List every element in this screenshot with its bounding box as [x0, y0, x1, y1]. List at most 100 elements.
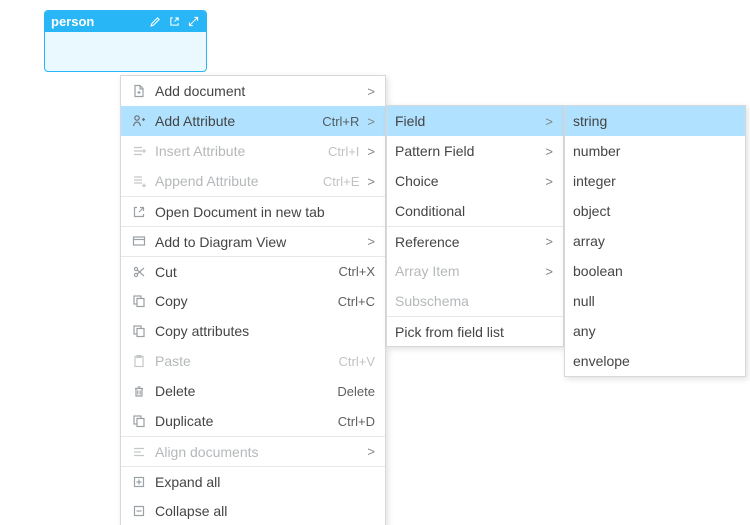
menu-item-delete[interactable]: Delete Delete: [121, 376, 385, 406]
copy-icon: [129, 321, 149, 341]
duplicate-icon: [129, 411, 149, 431]
menu-label: Reference: [395, 234, 537, 250]
submenu-indicator-icon: >: [545, 144, 553, 159]
menu-item-insert-attribute: Insert Attribute Ctrl+I >: [121, 136, 385, 166]
menu-label: Add to Diagram View: [155, 234, 359, 250]
menu-label: any: [573, 323, 735, 339]
menu-label: Choice: [395, 173, 537, 189]
submenu-indicator-icon: >: [545, 114, 553, 129]
menu-label: Collapse all: [155, 503, 375, 519]
menu-label: Add Attribute: [155, 113, 306, 129]
menu-label: array: [573, 233, 735, 249]
menu-shortcut: Ctrl+I: [328, 144, 359, 159]
menu-item-pattern-field[interactable]: Pattern Field >: [387, 136, 563, 166]
menu-label: envelope: [573, 353, 735, 369]
submenu-indicator-icon: >: [545, 174, 553, 189]
menu-item-copy-attributes[interactable]: Copy attributes: [121, 316, 385, 346]
menu-label: Align documents: [155, 444, 359, 460]
menu-item-paste: Paste Ctrl+V: [121, 346, 385, 376]
menu-label: Pick from field list: [395, 324, 553, 340]
menu-item-copy[interactable]: Copy Ctrl+C: [121, 286, 385, 316]
list-insert-icon: [129, 141, 149, 161]
submenu-indicator-icon: >: [367, 234, 375, 249]
menu-label: Open Document in new tab: [155, 204, 375, 220]
menu-item-subschema: Subschema: [387, 286, 563, 316]
submenu-indicator-icon: >: [367, 174, 375, 189]
expand-icon: [129, 472, 149, 492]
menu-shortcut: Ctrl+E: [323, 174, 359, 189]
menu-shortcut: Ctrl+R: [322, 114, 359, 129]
submenu-indicator-icon: >: [545, 234, 553, 249]
menu-shortcut: Ctrl+V: [339, 354, 375, 369]
menu-label: Expand all: [155, 474, 375, 490]
menu-label: Append Attribute: [155, 173, 307, 189]
menu-item-field[interactable]: Field >: [387, 106, 563, 136]
menu-item-boolean[interactable]: boolean: [565, 256, 745, 286]
align-icon: [129, 442, 149, 462]
menu-item-append-attribute: Append Attribute Ctrl+E >: [121, 166, 385, 196]
menu-item-number[interactable]: number: [565, 136, 745, 166]
submenu-field-type: string number integer object array boole…: [564, 105, 746, 377]
menu-item-duplicate[interactable]: Duplicate Ctrl+D: [121, 406, 385, 436]
open-external-icon[interactable]: [168, 15, 181, 28]
menu-label: Add document: [155, 83, 359, 99]
menu-item-pick-from-list[interactable]: Pick from field list: [387, 316, 563, 346]
menu-shortcut: Delete: [337, 384, 375, 399]
menu-item-conditional[interactable]: Conditional: [387, 196, 563, 226]
menu-item-open-new-tab[interactable]: Open Document in new tab: [121, 196, 385, 226]
menu-label: string: [573, 113, 735, 129]
submenu-indicator-icon: >: [367, 444, 375, 459]
entity-header-icons: [149, 15, 200, 28]
menu-item-expand-all[interactable]: Expand all: [121, 466, 385, 496]
menu-label: Copy: [155, 293, 322, 309]
menu-item-cut[interactable]: Cut Ctrl+X: [121, 256, 385, 286]
diagram-icon: [129, 232, 149, 252]
menu-label: Field: [395, 113, 537, 129]
menu-item-choice[interactable]: Choice >: [387, 166, 563, 196]
menu-item-integer[interactable]: integer: [565, 166, 745, 196]
menu-label: Delete: [155, 383, 321, 399]
canvas: { "entity": { "title": "person" }, "menu…: [0, 0, 750, 525]
document-plus-icon: [129, 81, 149, 101]
menu-item-object[interactable]: object: [565, 196, 745, 226]
menu-label: Paste: [155, 353, 323, 369]
menu-item-add-document[interactable]: Add document >: [121, 76, 385, 106]
menu-label: Cut: [155, 264, 323, 280]
menu-label: number: [573, 143, 735, 159]
person-plus-icon: [129, 111, 149, 131]
submenu-indicator-icon: >: [367, 114, 375, 129]
menu-label: Conditional: [395, 203, 553, 219]
menu-item-add-attribute[interactable]: Add Attribute Ctrl+R >: [121, 106, 385, 136]
menu-item-array[interactable]: array: [565, 226, 745, 256]
trash-icon: [129, 381, 149, 401]
menu-label: Copy attributes: [155, 323, 375, 339]
menu-item-any[interactable]: any: [565, 316, 745, 346]
expand-diagonal-icon[interactable]: [187, 15, 200, 28]
menu-label: Array Item: [395, 263, 537, 279]
menu-label: Insert Attribute: [155, 143, 312, 159]
pencil-icon[interactable]: [149, 15, 162, 28]
menu-label: object: [573, 203, 735, 219]
menu-item-string[interactable]: string: [565, 106, 745, 136]
menu-shortcut: Ctrl+X: [339, 264, 375, 279]
entity-header: person: [45, 11, 206, 32]
context-menu-main: Add document > Add Attribute Ctrl+R > In…: [120, 75, 386, 525]
menu-label: Pattern Field: [395, 143, 537, 159]
menu-item-array-item: Array Item >: [387, 256, 563, 286]
menu-shortcut: Ctrl+C: [338, 294, 375, 309]
menu-label: Subschema: [395, 293, 553, 309]
menu-item-add-diagram-view[interactable]: Add to Diagram View >: [121, 226, 385, 256]
collapse-icon: [129, 501, 149, 521]
menu-item-reference[interactable]: Reference >: [387, 226, 563, 256]
menu-item-envelope[interactable]: envelope: [565, 346, 745, 376]
entity-title: person: [51, 11, 149, 32]
submenu-indicator-icon: >: [545, 264, 553, 279]
entity-card[interactable]: person: [44, 10, 207, 72]
clipboard-icon: [129, 351, 149, 371]
menu-label: boolean: [573, 263, 735, 279]
menu-item-null[interactable]: null: [565, 286, 745, 316]
menu-item-collapse-all[interactable]: Collapse all: [121, 496, 385, 525]
menu-item-align-documents: Align documents >: [121, 436, 385, 466]
scissors-icon: [129, 262, 149, 282]
submenu-add-attribute: Field > Pattern Field > Choice > Conditi…: [386, 105, 564, 347]
